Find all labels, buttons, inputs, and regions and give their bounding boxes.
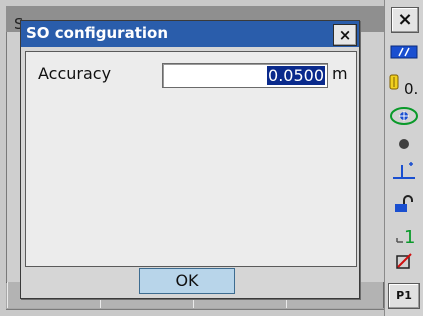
accuracy-input[interactable]: 0.0500: [162, 63, 328, 88]
dialog-close-button[interactable]: ×: [333, 24, 357, 46]
accuracy-label: Accuracy: [38, 64, 112, 83]
dialog-titlebar: SO configuration ×: [21, 21, 359, 47]
tilt-icon[interactable]: 1: [388, 222, 420, 246]
accuracy-unit: m: [332, 64, 348, 83]
battery-icon[interactable]: [388, 40, 420, 64]
prism-icon[interactable]: [386, 70, 402, 94]
dot-icon[interactable]: [388, 132, 420, 156]
edit-off-icon[interactable]: [388, 249, 420, 273]
tribrach-icon[interactable]: [388, 158, 420, 182]
tilt-index: 1: [404, 227, 415, 245]
dialog-body: Accuracy 0.0500 m: [25, 51, 357, 267]
ok-button[interactable]: OK: [139, 268, 235, 294]
prism-constant-icon[interactable]: [388, 193, 420, 217]
laser-pointer-icon[interactable]: [388, 104, 420, 128]
angle-readout: 0.: [404, 80, 419, 98]
dialog-title: SO configuration: [26, 24, 169, 42]
page-p1-button[interactable]: P1: [388, 283, 420, 309]
accuracy-value[interactable]: 0.0500: [267, 66, 325, 85]
so-configuration-dialog: SO configuration × Accuracy 0.0500 m OK: [20, 20, 360, 299]
device-screen: S × 0. 1 P1 SO configuration × Accuracy …: [0, 0, 423, 316]
main-close-button[interactable]: ×: [391, 7, 419, 33]
